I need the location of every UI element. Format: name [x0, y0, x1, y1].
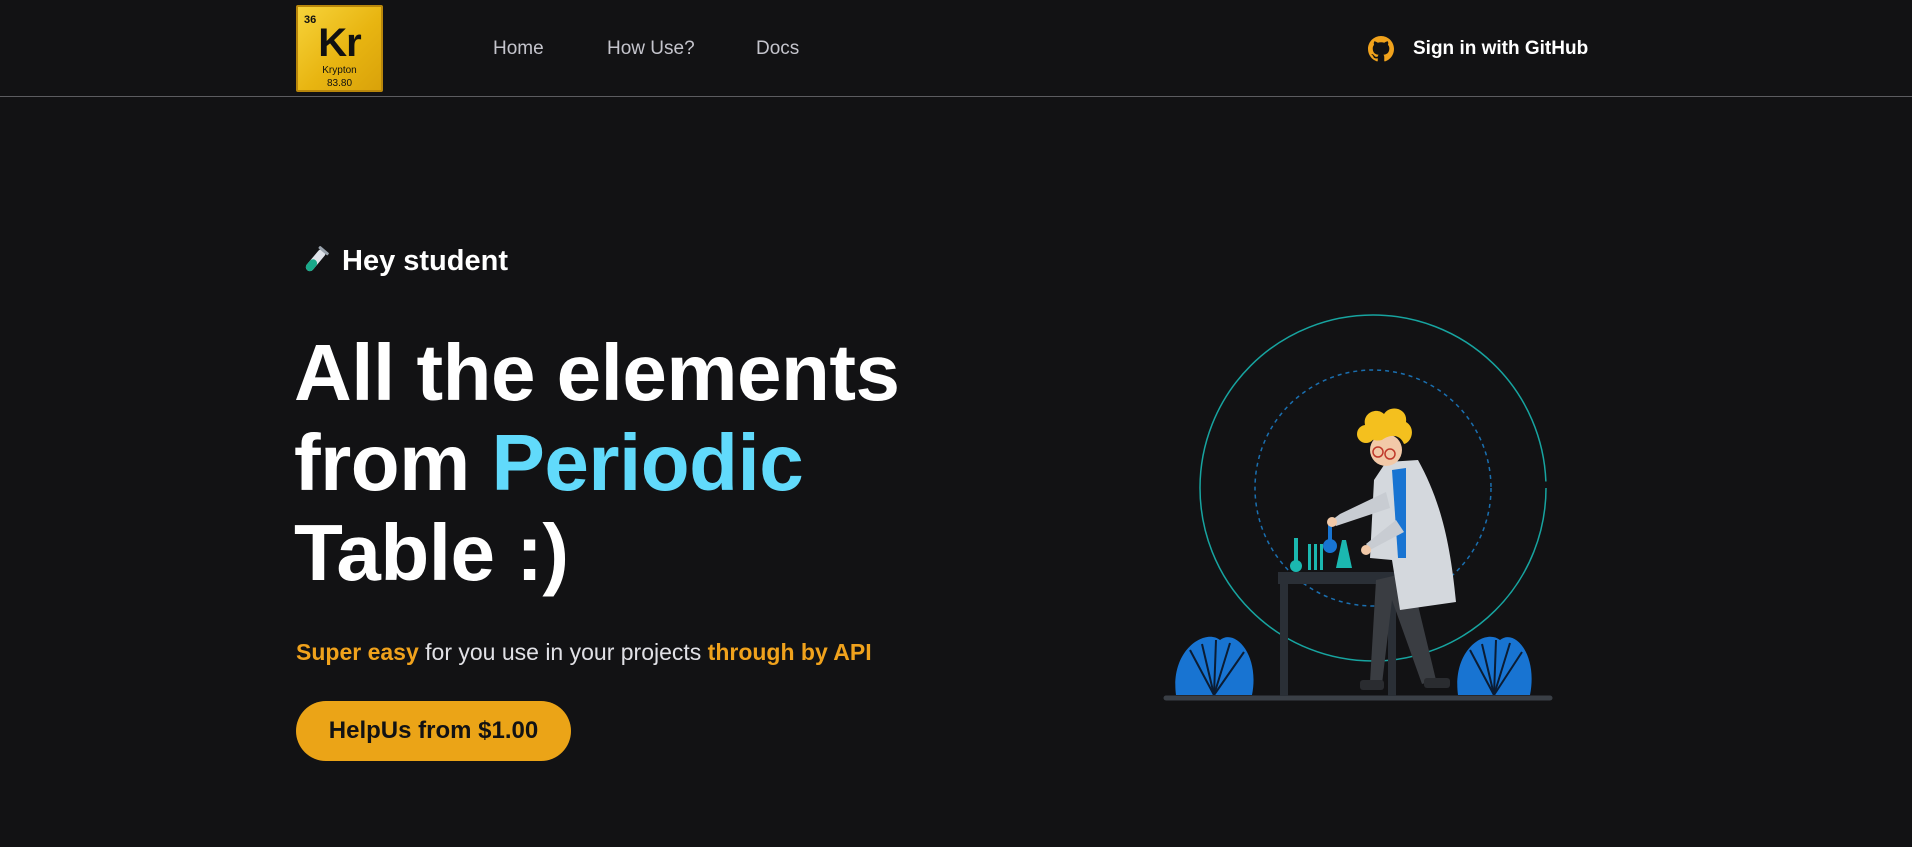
- logo-atomic-mass: 83.80: [326, 78, 353, 89]
- hero-eyebrow: Hey student: [298, 244, 508, 278]
- nav-how-use-link[interactable]: How Use?: [607, 38, 695, 60]
- headline-line1: All the elements: [294, 328, 900, 417]
- scientist-illustration: [1163, 314, 1553, 701]
- sign-in-label: Sign in with GitHub: [1413, 38, 1589, 59]
- help-us-button[interactable]: HelpUs from $1.00: [296, 701, 571, 761]
- hero-subtitle: Super easy for you use in your projects …: [296, 639, 872, 666]
- test-tube-icon: [305, 246, 329, 272]
- logo-symbol: Kr: [318, 21, 361, 65]
- logo-element-name: Krypton: [322, 65, 357, 76]
- top-header: 36 Kr Krypton 83.80 Home How Use? Docs S…: [0, 0, 1912, 97]
- headline-accent-periodic: Periodic: [491, 418, 804, 507]
- headline-line3: Table :): [294, 508, 569, 597]
- nav-home-link[interactable]: Home: [493, 38, 544, 60]
- nav-docs-link[interactable]: Docs: [756, 38, 799, 60]
- hero-eyebrow-text: Hey student: [342, 244, 508, 277]
- subtitle-highlight-easy: Super easy: [296, 639, 419, 665]
- headline-from: from: [294, 418, 470, 507]
- logo-krypton-element[interactable]: 36 Kr Krypton 83.80: [296, 5, 383, 92]
- github-icon: [1368, 36, 1394, 62]
- subtitle-middle: for you use in your projects: [418, 639, 708, 665]
- subtitle-highlight-api: through by API: [707, 639, 872, 665]
- hero-headline: All the elements from Periodic Table :): [294, 328, 994, 598]
- sign-in-github-button[interactable]: Sign in with GitHub: [1368, 36, 1588, 62]
